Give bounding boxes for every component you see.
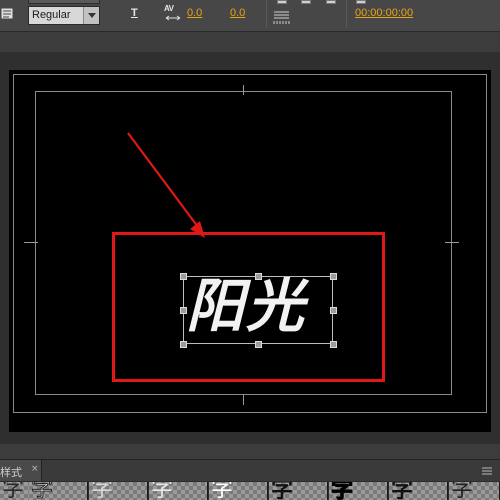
- title-designer-window: Regular T AV 0.0 0.0 00:00:00:00 阳光 样式 ×…: [0, 0, 500, 500]
- title-styles-panel-header: 样式 ×: [0, 459, 500, 482]
- style-swatch[interactable]: 字: [89, 482, 148, 500]
- font-style-select[interactable]: Regular: [28, 6, 100, 25]
- panel-menu-icon[interactable]: [482, 467, 492, 475]
- style-swatch[interactable]: 字: [449, 482, 500, 500]
- text-tool-icon[interactable]: [0, 4, 16, 22]
- style-swatch[interactable]: 字: [269, 482, 328, 500]
- style-swatch[interactable]: 字: [149, 482, 208, 500]
- resize-handle[interactable]: [255, 273, 262, 280]
- resize-handle[interactable]: [180, 307, 187, 314]
- center-mark-bottom: [243, 395, 244, 405]
- resize-handle[interactable]: [330, 341, 337, 348]
- kerning-label: AV: [164, 4, 174, 13]
- leading-value[interactable]: 0.0: [230, 7, 245, 19]
- resize-handle[interactable]: [255, 341, 262, 348]
- tab-stops-icon[interactable]: [273, 10, 290, 24]
- resize-handle[interactable]: [330, 273, 337, 280]
- font-style-value: Regular: [32, 9, 71, 21]
- show-video-button[interactable]: [356, 0, 366, 4]
- align-right-button[interactable]: [326, 0, 336, 4]
- center-mark-left: [24, 242, 38, 243]
- kerning-value[interactable]: 0.0: [187, 7, 202, 19]
- close-icon[interactable]: ×: [31, 464, 39, 474]
- align-left-button[interactable]: [277, 0, 287, 4]
- tab-title-styles[interactable]: 样式 ×: [0, 460, 42, 482]
- kerning-icon: AV: [164, 4, 182, 24]
- style-swatch[interactable]: 字: [209, 482, 268, 500]
- center-mark-top: [243, 85, 244, 95]
- tab-title-styles-label: 样式: [0, 466, 22, 479]
- align-center-button[interactable]: [301, 0, 311, 4]
- chevron-down-icon[interactable]: [83, 7, 99, 24]
- underline-button[interactable]: T: [131, 7, 145, 23]
- kerning-arrows-icon: [165, 15, 181, 21]
- toolbar-divider: [266, 0, 267, 28]
- title-styles-list: 字 字 字 字 字 字 字 字 字: [0, 481, 500, 500]
- toolbar-divider: [346, 0, 347, 28]
- style-swatch[interactable]: 字: [329, 482, 388, 500]
- font-family-select[interactable]: [28, 0, 100, 4]
- style-swatch[interactable]: 字: [389, 482, 448, 500]
- style-swatch[interactable]: 字: [29, 482, 88, 500]
- selection-bounding-box[interactable]: [183, 276, 333, 344]
- resize-handle[interactable]: [180, 341, 187, 348]
- center-mark-right: [445, 242, 459, 243]
- timecode-value[interactable]: 00:00:00:00: [355, 7, 413, 19]
- title-properties-toolbar: Regular T AV 0.0 0.0 00:00:00:00: [0, 0, 500, 32]
- resize-handle[interactable]: [180, 273, 187, 280]
- resize-handle[interactable]: [330, 307, 337, 314]
